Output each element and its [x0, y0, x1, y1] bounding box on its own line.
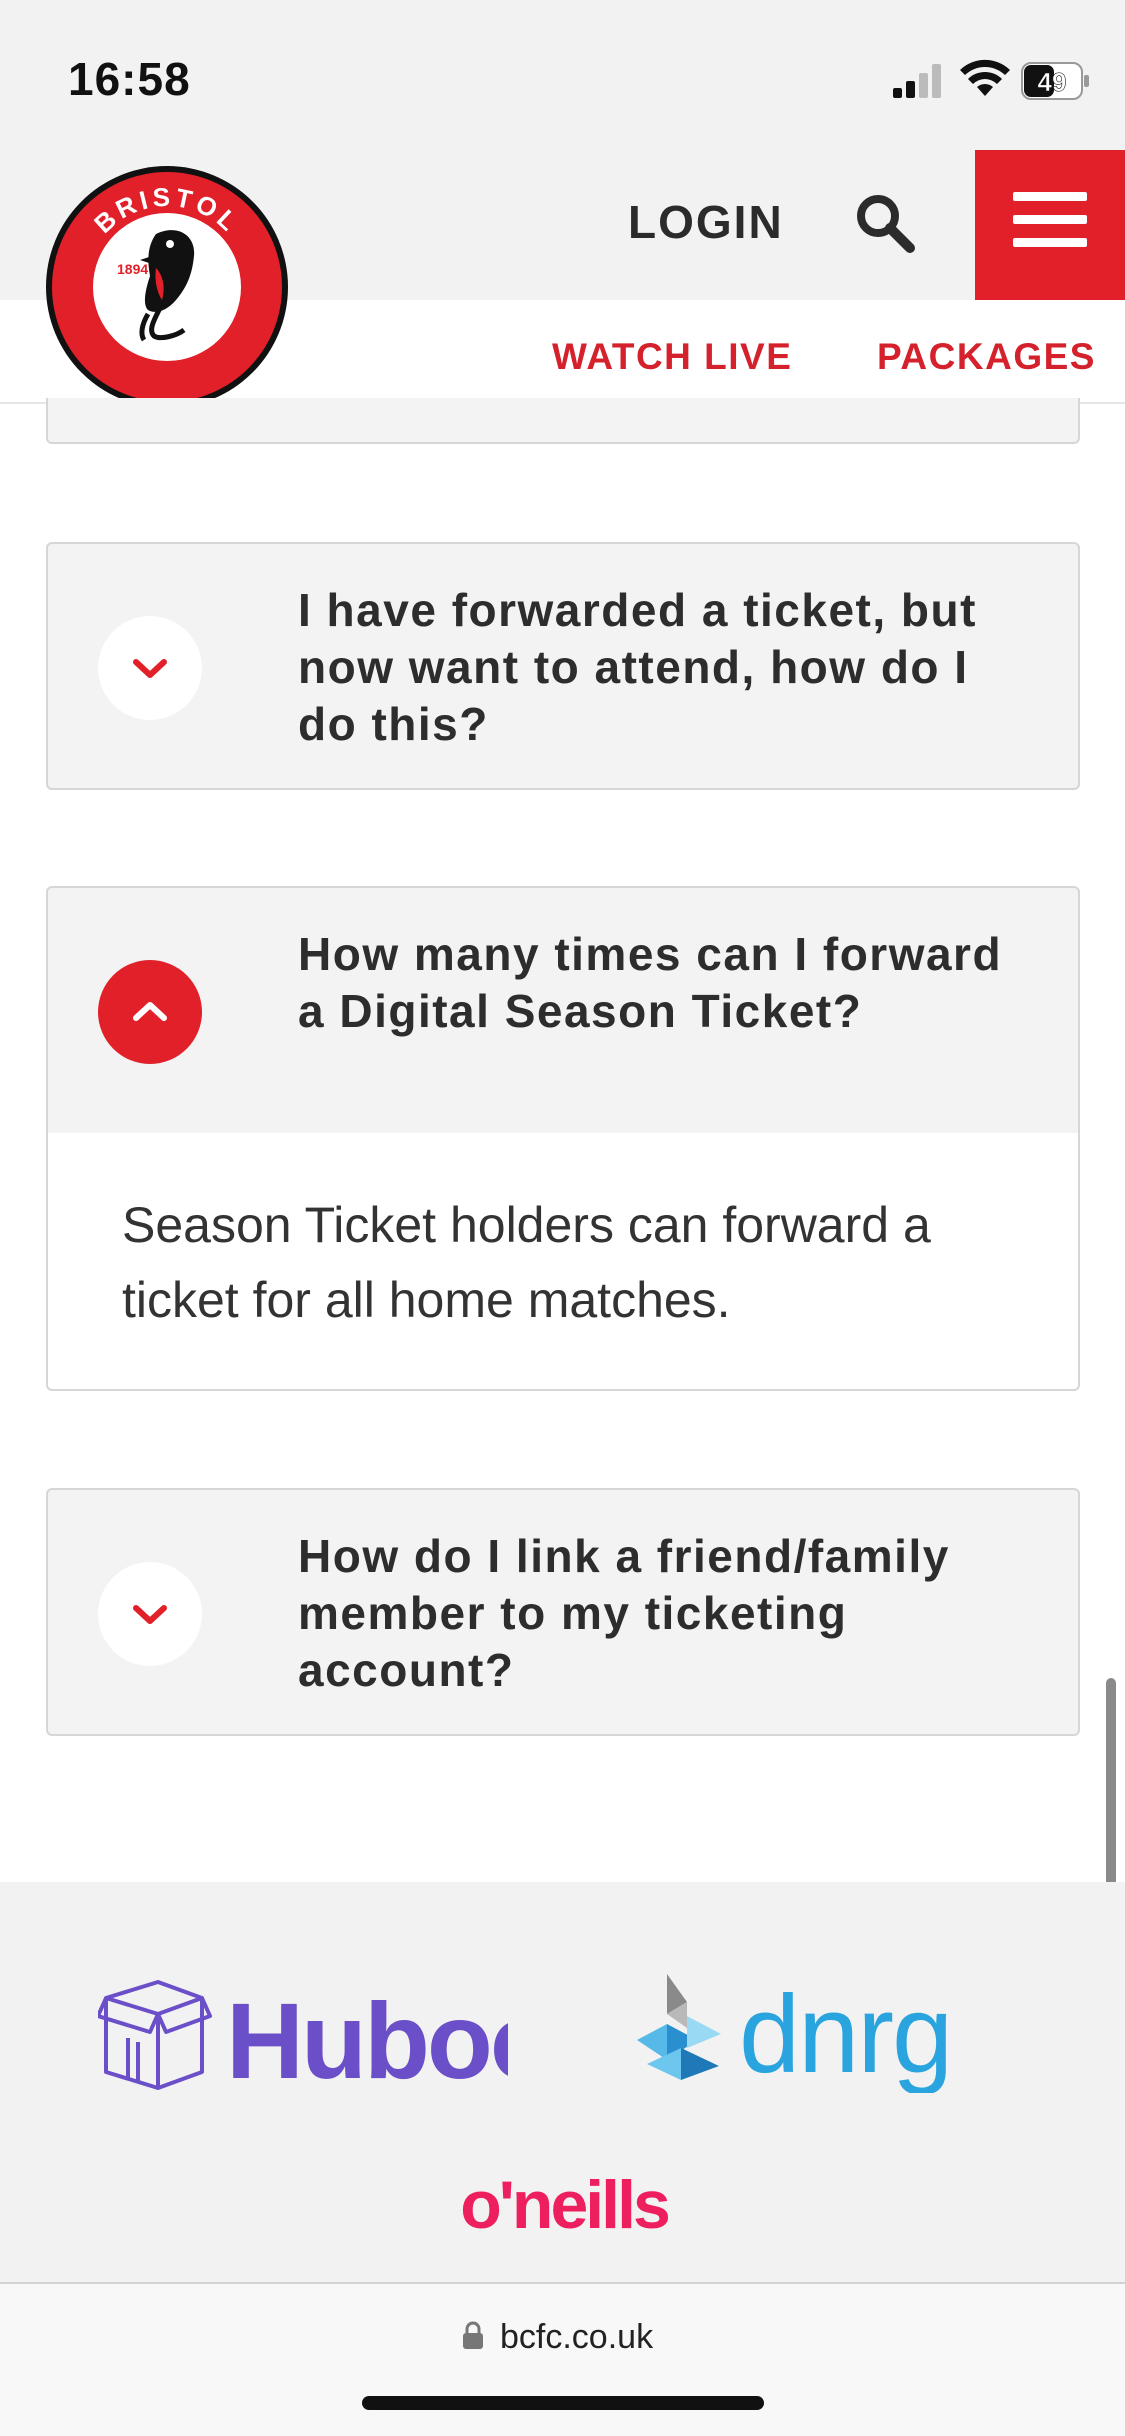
faq-toggle[interactable]	[98, 616, 202, 720]
faq-question[interactable]: How do I link a friend/family member to …	[298, 1528, 1028, 1699]
home-indicator[interactable]	[362, 2396, 764, 2410]
faq-answer-text: Season Ticket holders can forward a tick…	[122, 1197, 931, 1328]
logo-year: 1894	[117, 261, 148, 277]
wifi-icon	[960, 59, 1010, 96]
browser-address-bar[interactable]	[0, 2282, 1125, 2436]
faq-toggle[interactable]	[98, 960, 202, 1064]
oneills-wordmark: o'neills	[460, 2170, 669, 2240]
faq-item-previous	[46, 398, 1080, 444]
faq-item[interactable]: I have forwarded a ticket, but now want …	[46, 542, 1080, 790]
packages-link[interactable]: PACKAGES	[877, 336, 1096, 378]
search-icon[interactable]	[852, 190, 918, 256]
faq-question[interactable]: How many times can I forward a Digital S…	[298, 926, 1028, 1040]
dnrg-wordmark: dnrg	[739, 1973, 951, 2093]
battery-icon: 49	[1021, 62, 1089, 100]
url-text[interactable]: bcfc.co.uk	[500, 2318, 653, 2357]
lock-icon	[463, 2321, 483, 2349]
dnrg-sponsor-logo[interactable]: dnrg	[635, 1968, 1015, 2093]
chevron-down-icon	[133, 659, 167, 678]
faq-item-expanded[interactable]: How many times can I forward a Digital S…	[46, 886, 1080, 1135]
battery-level: 49	[1038, 67, 1067, 97]
watch-live-link[interactable]: WATCH LIVE	[552, 336, 792, 378]
login-link[interactable]: LOGIN	[628, 195, 784, 249]
chevron-down-icon	[133, 1605, 167, 1624]
cellular-signal-icon	[893, 64, 941, 98]
chevron-up-icon	[133, 1002, 167, 1021]
hamburger-menu-icon[interactable]	[975, 150, 1125, 300]
faq-item[interactable]: How do I link a friend/family member to …	[46, 1488, 1080, 1736]
faq-answer: Season Ticket holders can forward a tick…	[46, 1133, 1080, 1391]
faq-question[interactable]: I have forwarded a ticket, but now want …	[298, 582, 1028, 753]
status-time: 16:58	[68, 53, 191, 105]
faq-toggle[interactable]	[98, 1562, 202, 1666]
bristol-city-logo[interactable]: BRISTOL CITY 1894	[44, 164, 290, 410]
huboo-wordmark: Huboo	[226, 1980, 508, 2093]
oneills-sponsor-logo[interactable]: o'neills	[434, 2170, 694, 2240]
huboo-sponsor-logo[interactable]: Huboo	[98, 1968, 508, 2093]
